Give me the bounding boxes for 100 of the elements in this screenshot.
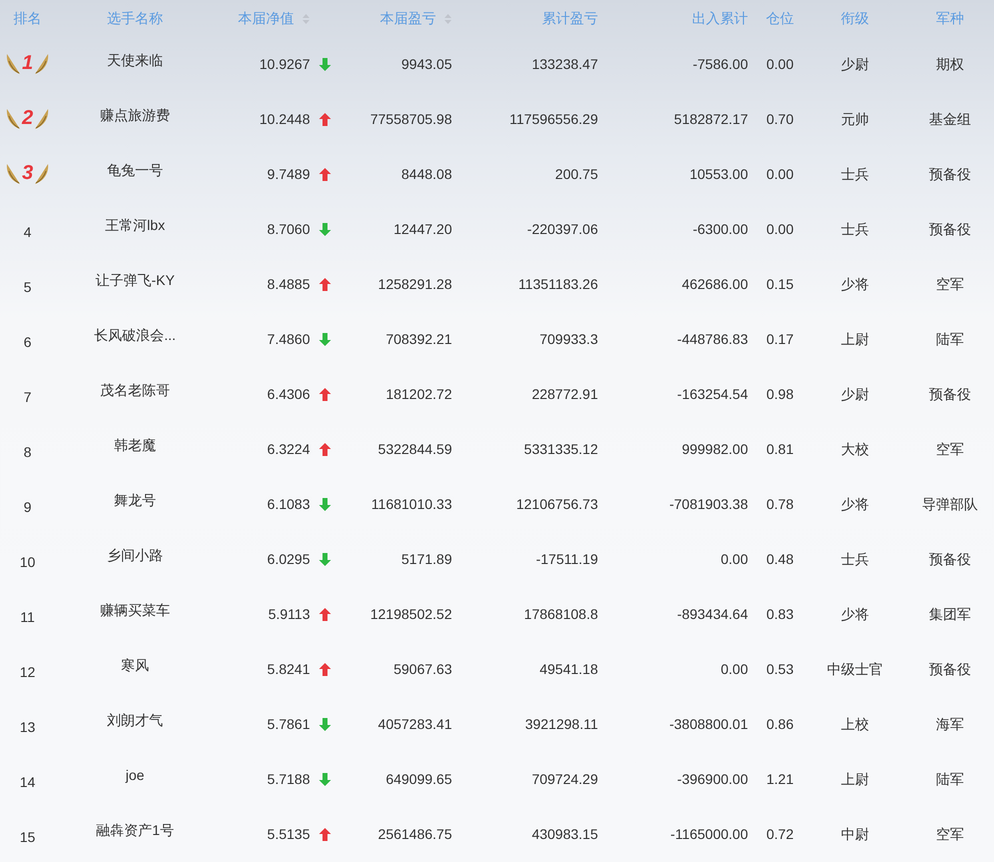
player-name: 王常河lbx (105, 216, 165, 235)
table-cell-text: 基金组 (929, 110, 971, 129)
table-cell-text: -448786.83 (677, 330, 748, 349)
table-cell-text: 空军 (936, 275, 964, 294)
table-cell-text: -6300.00 (692, 220, 748, 239)
table-cell-text: 5.7188 (267, 770, 310, 789)
table-cell-text: 11351183.26 (518, 275, 598, 294)
rank-number: 8 (24, 443, 32, 462)
table-cell-text: 0.17 (766, 330, 794, 349)
table-cell-text: 预备役 (929, 660, 971, 679)
table-cell-text: 预备役 (929, 165, 971, 184)
table-cell-text: 0.78 (766, 495, 794, 514)
player-name: 寒风 (121, 656, 149, 675)
table-cell-text: 5.9113 (268, 605, 310, 624)
rank-number: 12 (20, 663, 36, 682)
table-cell-text: 少将 (841, 495, 869, 514)
player-name: 赚辆买菜车 (100, 601, 170, 620)
sort-icon[interactable] (302, 12, 310, 24)
table-cell-text: 77558705.98 (370, 110, 452, 129)
rank-number: 7 (24, 388, 32, 407)
table-cell-text: 228772.91 (532, 385, 598, 404)
player-name: 赚点旅游费 (100, 106, 170, 125)
player-name: 天使来临 (107, 51, 163, 70)
table-cell-text: 709933.3 (540, 330, 598, 349)
table-cell-text: -7586.00 (692, 55, 748, 74)
player-name: 龟兔一号 (107, 161, 163, 180)
column-header: 出入累计 (692, 9, 748, 28)
table-cell-text: 预备役 (929, 220, 971, 239)
column-header: 军种 (936, 9, 964, 28)
table-cell-text: 10553.00 (690, 165, 748, 184)
sort-icon[interactable] (444, 12, 452, 24)
table-cell-text: 0.83 (766, 605, 794, 624)
table-cell-text: 1.21 (766, 770, 794, 789)
table-cell-text: 117596556.29 (510, 110, 598, 129)
table-cell-text: -220397.06 (527, 220, 598, 239)
table-cell-text: 少尉 (841, 385, 869, 404)
table-cell-text: 49541.18 (540, 660, 598, 679)
table-cell-text: 17868108.8 (524, 605, 598, 624)
column-header[interactable]: 本届盈亏 (380, 8, 436, 29)
table-cell-text: 8.4885 (267, 275, 310, 294)
table-cell-text: 12198502.52 (370, 605, 452, 624)
table-cell-text: 5322844.59 (378, 440, 452, 459)
player-name: 乡间小路 (107, 546, 163, 565)
table-cell-text: 中尉 (841, 825, 869, 844)
rank-number: 10 (20, 553, 36, 572)
table-cell-text: 士兵 (841, 165, 869, 184)
table-cell-text: 5.8241 (267, 660, 310, 679)
table-cell-text: 0.81 (766, 440, 794, 459)
table-cell-text: 9.7489 (267, 165, 310, 184)
table-cell-text: 0.86 (766, 715, 794, 734)
table-cell-text: 7.4860 (267, 330, 310, 349)
table-cell-text: 59067.63 (394, 660, 452, 679)
rank-number: 3 (22, 162, 34, 182)
rank-number: 11 (20, 608, 35, 627)
table-cell-text: 元帅 (841, 110, 869, 129)
table-cell-text: 8448.08 (401, 165, 452, 184)
table-cell-text: 12447.20 (394, 220, 452, 239)
table-cell-text: 8.7060 (267, 220, 310, 239)
table-cell-text: 709724.29 (532, 770, 598, 789)
rank-number: 6 (24, 333, 32, 352)
player-name: 韩老魔 (114, 436, 156, 455)
table-cell-text: 大校 (841, 440, 869, 459)
table-cell-text: 0.72 (766, 825, 794, 844)
column-header[interactable]: 本届净值 (238, 8, 294, 29)
rank-number: 14 (20, 773, 36, 792)
table-cell-text: 空军 (936, 825, 964, 844)
table-cell-text: 999982.00 (682, 440, 748, 459)
table-cell-text: 649099.65 (386, 770, 452, 789)
table-cell-text: 6.4306 (267, 385, 310, 404)
table-cell-text: 5182872.17 (674, 110, 748, 129)
table-cell-text: -163254.54 (677, 385, 748, 404)
table-cell-text: 陆军 (936, 330, 964, 349)
table-cell-text: 中级士官 (827, 660, 883, 679)
table-cell-text: 200.75 (555, 165, 598, 184)
table-cell-text: 5.7861 (267, 715, 310, 734)
table-cell-text: 上校 (841, 715, 869, 734)
table-cell-text: 士兵 (841, 550, 869, 569)
player-name: 刘朗才气 (107, 711, 163, 730)
player-name: 茂名老陈哥 (100, 381, 170, 400)
table-cell-text: 0.00 (766, 220, 794, 239)
rank-number: 1 (22, 52, 34, 72)
table-cell-text: 上尉 (841, 770, 869, 789)
table-cell-text: 少将 (841, 275, 869, 294)
player-name: joe (126, 766, 144, 785)
rank-number: 4 (24, 223, 32, 242)
table-cell-text: 11681010.33 (371, 495, 452, 514)
table-cell-text: 181202.72 (386, 385, 452, 404)
table-cell-text: 6.0295 (267, 550, 310, 569)
table-cell-text: 5.5135 (267, 825, 310, 844)
table-cell-text: 12106756.73 (516, 495, 598, 514)
table-cell-text: 海军 (936, 715, 964, 734)
player-name: 长风破浪会... (94, 326, 176, 345)
table-cell-text: 6.3224 (267, 440, 310, 459)
table-cell-text: 导弹部队 (922, 495, 978, 514)
table-cell-text: 预备役 (929, 385, 971, 404)
rank-number: 15 (20, 828, 36, 847)
table-cell-text: 708392.21 (386, 330, 452, 349)
column-header: 衔级 (841, 9, 869, 28)
table-cell-text: 1258291.28 (378, 275, 452, 294)
table-cell-text: 0.98 (766, 385, 794, 404)
